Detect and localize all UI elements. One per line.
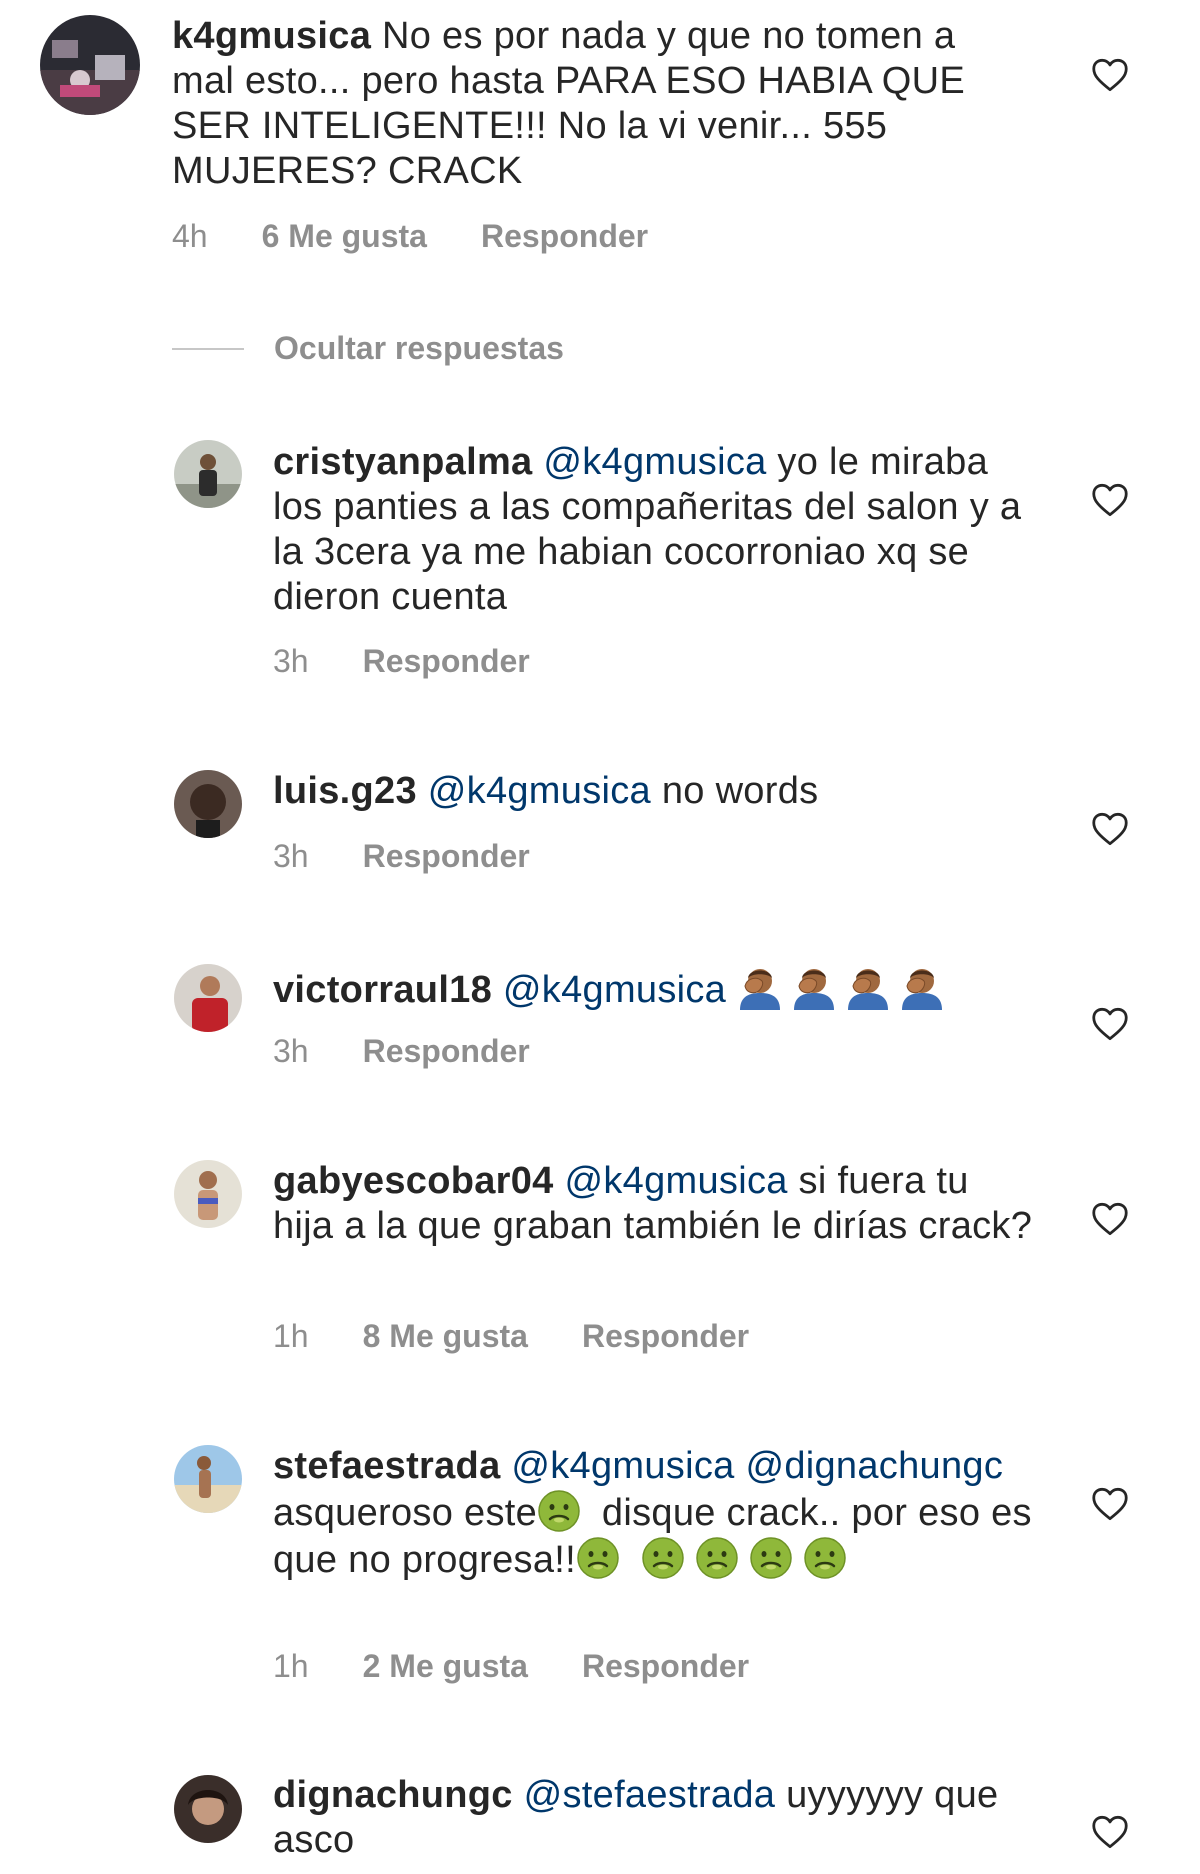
- timestamp: 4h: [172, 218, 208, 254]
- comment-body: no words: [650, 770, 819, 812]
- username[interactable]: luis.g23: [273, 770, 417, 812]
- comment-text: luis.g23 @k4gmusica no words: [273, 769, 1033, 814]
- reply-button[interactable]: Responder: [363, 1033, 530, 1069]
- avatar[interactable]: [174, 440, 242, 508]
- facepalm-icon: [845, 964, 891, 1010]
- username[interactable]: cristyanpalma: [273, 441, 532, 483]
- timestamp: 3h: [273, 1033, 309, 1069]
- comment-meta: 1h 8 Me gusta Responder: [273, 1318, 803, 1355]
- comment-meta: 3h Responder: [273, 1033, 584, 1070]
- mention-link[interactable]: @dignachungc: [745, 1445, 1003, 1487]
- heart-icon[interactable]: [1091, 1202, 1129, 1236]
- reply-button[interactable]: Responder: [481, 218, 648, 254]
- heart-icon[interactable]: [1091, 1487, 1129, 1521]
- nauseated-face-icon: [537, 1489, 581, 1533]
- reply-button[interactable]: Responder: [363, 838, 530, 874]
- facepalm-icon: [737, 964, 783, 1010]
- facepalm-emoji-row: [737, 969, 953, 1011]
- mention-link[interactable]: @k4gmusica: [428, 770, 651, 812]
- comment-text: gabyescobar04 @k4gmusica si fuera tu hij…: [273, 1159, 1033, 1249]
- mention-link[interactable]: @stefaestrada: [524, 1774, 776, 1816]
- timestamp: 1h: [273, 1648, 309, 1684]
- mention-link[interactable]: @k4gmusica: [564, 1160, 787, 1202]
- comment-meta: 3h Responder: [273, 838, 584, 875]
- hide-replies-label: Ocultar respuestas: [274, 330, 564, 366]
- nauseated-face-icon: [641, 1536, 685, 1580]
- likes-count[interactable]: 8 Me gusta: [363, 1318, 528, 1354]
- heart-icon[interactable]: [1091, 483, 1129, 517]
- comment-text: stefaestrada @k4gmusica @dignachungc asq…: [273, 1444, 1033, 1583]
- facepalm-icon: [899, 964, 945, 1010]
- timestamp: 3h: [273, 838, 309, 874]
- comment-meta: 4h 6 Me gusta Responder: [172, 218, 702, 255]
- avatar[interactable]: [40, 15, 140, 115]
- reply-button[interactable]: Responder: [363, 643, 530, 679]
- comment-meta: 1h 2 Me gusta Responder: [273, 1648, 803, 1685]
- mention-link[interactable]: @k4gmusica: [511, 1445, 734, 1487]
- avatar[interactable]: [174, 770, 242, 838]
- username[interactable]: k4gmusica: [172, 15, 371, 57]
- hide-replies-button[interactable]: Ocultar respuestas: [172, 330, 564, 367]
- likes-count[interactable]: 2 Me gusta: [363, 1648, 528, 1684]
- timestamp: 3h: [273, 643, 309, 679]
- comment-thread: k4gmusica No es por nada y que no tomen …: [0, 0, 1200, 1874]
- nauseated-face-icon: [576, 1536, 620, 1580]
- comment-text: k4gmusica No es por nada y que no tomen …: [172, 14, 1012, 194]
- nauseated-face-icon: [803, 1536, 847, 1580]
- avatar[interactable]: [174, 1445, 242, 1513]
- comment-text: cristyanpalma @k4gmusica yo le miraba lo…: [273, 440, 1033, 620]
- reply-button[interactable]: Responder: [582, 1318, 749, 1354]
- username[interactable]: gabyescobar04: [273, 1160, 554, 1202]
- avatar[interactable]: [174, 1160, 242, 1228]
- comment-text: victorraul18 @k4gmusica: [273, 964, 1033, 1013]
- reply-button[interactable]: Responder: [582, 1648, 749, 1684]
- username[interactable]: stefaestrada: [273, 1445, 501, 1487]
- nauseated-face-icon: [749, 1536, 793, 1580]
- divider: [172, 347, 244, 350]
- username[interactable]: victorraul18: [273, 969, 492, 1011]
- heart-icon[interactable]: [1091, 812, 1129, 846]
- heart-icon[interactable]: [1091, 1007, 1129, 1041]
- avatar[interactable]: [174, 1775, 242, 1843]
- nauseated-face-icon: [695, 1536, 739, 1580]
- facepalm-icon: [791, 964, 837, 1010]
- likes-count[interactable]: 6 Me gusta: [262, 218, 427, 254]
- timestamp: 1h: [273, 1318, 309, 1354]
- heart-icon[interactable]: [1091, 58, 1129, 92]
- username[interactable]: dignachungc: [273, 1774, 513, 1816]
- comment-meta: 3h Responder: [273, 643, 584, 680]
- avatar[interactable]: [174, 964, 242, 1032]
- heart-icon[interactable]: [1091, 1815, 1129, 1849]
- mention-link[interactable]: @k4gmusica: [543, 441, 766, 483]
- comment-body: asqueroso este: [273, 1492, 538, 1534]
- comment-text: dignachungc @stefaestrada uyyyyyy que as…: [273, 1773, 1033, 1863]
- mention-link[interactable]: @k4gmusica: [503, 969, 726, 1011]
